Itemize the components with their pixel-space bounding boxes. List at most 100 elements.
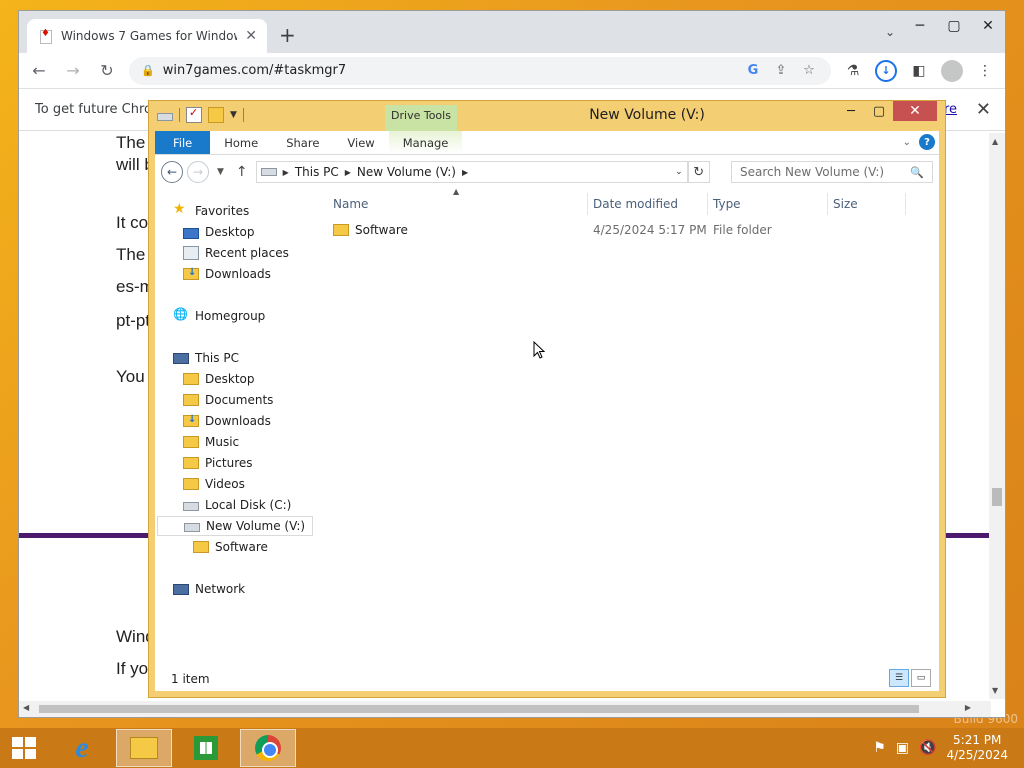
- file-row[interactable]: Software 4/25/2024 5:17 PM File folder: [325, 219, 925, 241]
- chrome-menu-icon[interactable]: ⋮: [973, 59, 997, 83]
- scroll-up-arrow-icon[interactable]: ▲: [992, 137, 998, 146]
- back-button[interactable]: ←: [27, 59, 51, 83]
- up-level-button[interactable]: ↑: [232, 164, 252, 180]
- chrome-minimize-button[interactable]: ─: [903, 11, 937, 41]
- taskbar-file-explorer[interactable]: [116, 729, 172, 767]
- new-tab-button[interactable]: +: [279, 23, 296, 47]
- recent-locations-dropdown-icon[interactable]: ▼: [213, 167, 228, 177]
- nav-pc-documents[interactable]: Documents: [183, 390, 273, 410]
- details-view-button[interactable]: ☰: [889, 669, 909, 687]
- profile-avatar[interactable]: [941, 59, 963, 82]
- taskbar-chrome[interactable]: [240, 729, 296, 767]
- address-bar[interactable]: 🔒 win7games.com/#taskmgr7 G ⇪ ☆: [129, 56, 831, 85]
- pictures-folder-icon: [183, 457, 199, 469]
- nav-fav-desktop[interactable]: Desktop: [183, 222, 255, 242]
- explorer-close-button[interactable]: ✕: [893, 101, 937, 121]
- nav-pc-videos[interactable]: Videos: [183, 474, 245, 494]
- address-dropdown-icon[interactable]: ⌄: [675, 167, 683, 177]
- start-button[interactable]: [0, 728, 48, 768]
- breadcrumb-separator-icon[interactable]: ▶: [462, 168, 468, 177]
- nav-favorites[interactable]: Favorites: [173, 201, 249, 221]
- nav-local-disk-c[interactable]: Local Disk (C:): [183, 495, 291, 515]
- column-header-type[interactable]: Type: [713, 197, 741, 211]
- explorer-back-button[interactable]: ←: [161, 161, 183, 183]
- page-text-line: You: [116, 367, 145, 386]
- taskbar-store[interactable]: [178, 729, 234, 767]
- videos-folder-icon: [183, 478, 199, 490]
- explorer-search-input[interactable]: Search New Volume (V:) 🔍: [731, 161, 933, 183]
- breadcrumb-new-volume[interactable]: New Volume (V:): [357, 165, 456, 179]
- explorer-forward-button[interactable]: →: [187, 161, 209, 183]
- chrome-maximize-button[interactable]: ▢: [937, 11, 971, 41]
- expand-ribbon-chevron-icon[interactable]: ⌄: [903, 137, 911, 148]
- system-tray: ⚑ ▣ 🔇 5:21 PM 4/25/2024: [873, 728, 1008, 768]
- network-tray-icon[interactable]: ▣: [896, 740, 909, 756]
- url-text[interactable]: win7games.com/#taskmgr7: [163, 63, 735, 78]
- side-panel-icon[interactable]: ◧: [907, 59, 931, 83]
- nav-network[interactable]: Network: [173, 579, 245, 599]
- explorer-minimize-button[interactable]: ─: [837, 101, 865, 121]
- tab-close-icon[interactable]: ✕: [245, 28, 257, 44]
- tab-file[interactable]: File: [155, 131, 211, 154]
- tab-manage[interactable]: Manage: [388, 131, 463, 154]
- column-header-size[interactable]: Size: [833, 197, 858, 211]
- browser-tab[interactable]: Windows 7 Games for Windows ✕: [27, 19, 267, 53]
- volume-muted-icon[interactable]: 🔇: [919, 740, 936, 756]
- tab-search-chevron-icon[interactable]: ⌄: [885, 25, 895, 39]
- nav-new-volume-v[interactable]: New Volume (V:): [157, 516, 313, 536]
- tab-view[interactable]: View: [333, 131, 388, 154]
- bookmark-star-icon[interactable]: ☆: [799, 63, 819, 78]
- mouse-cursor-icon: [533, 341, 545, 359]
- refresh-button[interactable]: ↻: [687, 161, 710, 183]
- column-header-name[interactable]: Name: [333, 197, 368, 211]
- scroll-down-arrow-icon[interactable]: ▼: [992, 686, 998, 695]
- forward-button[interactable]: →: [61, 59, 85, 83]
- tab-home[interactable]: Home: [210, 131, 272, 154]
- labs-flask-icon[interactable]: ⚗: [841, 59, 865, 83]
- site-info-icon[interactable]: 🔒: [141, 64, 155, 77]
- ribbon-tabs: File Home Share View Manage ⌄ ?: [155, 131, 939, 155]
- horizontal-scroll-thumb[interactable]: [39, 705, 919, 713]
- breadcrumb-this-pc[interactable]: This PC: [295, 165, 339, 179]
- help-icon[interactable]: ?: [919, 134, 935, 150]
- file-explorer-window: ▼ Drive Tools New Volume (V:) ─ ▢ ✕ File…: [148, 100, 946, 698]
- explorer-maximize-button[interactable]: ▢: [865, 101, 893, 121]
- nav-fav-downloads[interactable]: Downloads: [183, 264, 271, 284]
- folder-icon: [333, 224, 349, 236]
- file-name[interactable]: Software: [355, 223, 408, 237]
- share-icon[interactable]: ⇪: [771, 63, 791, 78]
- action-center-flag-icon[interactable]: ⚑: [873, 740, 886, 756]
- page-vertical-scrollbar[interactable]: ▲ ▼: [989, 133, 1005, 699]
- chrome-icon: [255, 735, 281, 761]
- search-icon[interactable]: 🔍: [910, 166, 924, 179]
- infobar-close-icon[interactable]: ✕: [976, 99, 991, 120]
- clock[interactable]: 5:21 PM 4/25/2024: [946, 733, 1008, 763]
- nav-homegroup[interactable]: Homegroup: [173, 306, 265, 326]
- page-horizontal-scrollbar[interactable]: ◀ ▶: [19, 701, 991, 717]
- chrome-close-button[interactable]: ✕: [971, 11, 1005, 41]
- nav-pc-music[interactable]: Music: [183, 432, 239, 452]
- recent-places-icon: [183, 246, 199, 260]
- google-lens-icon[interactable]: G: [743, 63, 763, 78]
- infobar-text: To get future Chrom: [35, 102, 165, 117]
- large-icons-view-button[interactable]: ▭: [911, 669, 931, 687]
- download-icon[interactable]: ↓: [875, 59, 897, 82]
- star-icon: [173, 201, 189, 218]
- nav-this-pc[interactable]: This PC: [173, 348, 239, 368]
- search-placeholder: Search New Volume (V:): [740, 165, 885, 179]
- scroll-left-arrow-icon[interactable]: ◀: [23, 703, 29, 712]
- explorer-address-bar[interactable]: ▶ This PC ▶ New Volume (V:) ▶ ⌄: [255, 161, 688, 183]
- vertical-scroll-thumb[interactable]: [992, 488, 1002, 506]
- reload-button[interactable]: ↻: [95, 59, 119, 83]
- scroll-right-arrow-icon[interactable]: ▶: [965, 703, 971, 712]
- tab-share[interactable]: Share: [272, 131, 333, 154]
- breadcrumb-separator-icon[interactable]: ▶: [345, 168, 351, 177]
- taskbar-internet-explorer[interactable]: e: [54, 729, 110, 767]
- nav-pc-pictures[interactable]: Pictures: [183, 453, 253, 473]
- nav-fav-recent-places[interactable]: Recent places: [183, 243, 289, 263]
- column-header-date-modified[interactable]: Date modified: [593, 197, 678, 211]
- breadcrumb-separator-icon[interactable]: ▶: [283, 168, 289, 177]
- nav-pc-downloads[interactable]: Downloads: [183, 411, 271, 431]
- nav-pc-desktop[interactable]: Desktop: [183, 369, 255, 389]
- nav-software-folder[interactable]: Software: [193, 537, 268, 557]
